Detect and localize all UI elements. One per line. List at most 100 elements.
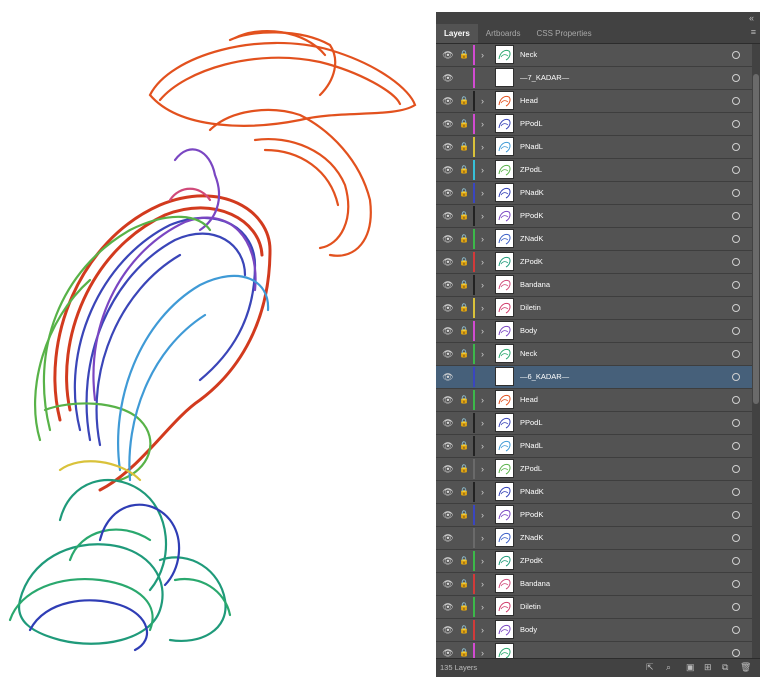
layer-row[interactable]: 👁 🔒 › PPodK [436,205,752,228]
layer-target-circle-icon[interactable] [732,74,740,82]
layer-target-circle-icon[interactable] [732,350,740,358]
chevron-right-icon[interactable]: › [481,509,484,521]
lock-icon[interactable]: 🔒 [458,279,470,291]
chevron-right-icon[interactable]: › [481,187,484,199]
layer-row[interactable]: 👁 🔒 › PNadL [436,435,752,458]
chevron-right-icon[interactable]: › [481,256,484,268]
layer-name[interactable]: Bandana [520,573,550,595]
lock-icon[interactable]: 🔒 [458,578,470,590]
chevron-right-icon[interactable]: › [481,233,484,245]
layer-name[interactable]: Head [520,389,538,411]
visibility-eye-icon[interactable]: 👁 [441,210,455,222]
tab-artboards[interactable]: Artboards [478,24,529,43]
layer-row[interactable]: 👁 🔒 › ZPodK [436,251,752,274]
chevron-right-icon[interactable]: › [481,348,484,360]
layer-row[interactable]: 👁 🔒 › Diletin [436,297,752,320]
lock-icon[interactable]: 🔒 [458,118,470,130]
layer-row[interactable]: 👁 🔒 › PPodL [436,113,752,136]
layer-target-circle-icon[interactable] [732,143,740,151]
layer-name[interactable]: ZPodL [520,458,542,480]
layer-row[interactable]: 👁 —7_KADAR— [436,67,752,90]
chevron-right-icon[interactable]: › [481,210,484,222]
layer-row[interactable]: 👁 🔒 › PNadL [436,136,752,159]
clipping-mask-icon[interactable]: ▣ [686,662,695,673]
layer-row[interactable]: 👁 —6_KADAR— [436,366,752,389]
lock-icon[interactable]: 🔒 [458,624,470,636]
visibility-eye-icon[interactable]: 👁 [441,348,455,360]
chevron-right-icon[interactable]: › [481,532,484,544]
trash-icon[interactable]: 🗑 [740,662,751,673]
chevron-right-icon[interactable]: › [481,624,484,636]
new-layer-icon[interactable]: ⧉ [722,662,728,673]
chevron-right-icon[interactable]: › [481,141,484,153]
hamburger-menu-icon[interactable]: ≡ [751,27,756,37]
tab-css-properties[interactable]: CSS Properties [528,24,599,43]
layer-row[interactable]: 👁 🔒 › Body [436,320,752,343]
visibility-eye-icon[interactable]: 👁 [441,509,455,521]
visibility-eye-icon[interactable]: 👁 [441,95,455,107]
layer-name[interactable]: PNadL [520,435,543,457]
layer-target-circle-icon[interactable] [732,557,740,565]
layer-row[interactable]: 👁 🔒 › Head [436,389,752,412]
layer-name[interactable]: Body [520,619,537,641]
lock-icon[interactable]: 🔒 [458,325,470,337]
layer-row[interactable]: 👁 🔒 › ZPodL [436,458,752,481]
layer-name[interactable]: PPodK [520,205,543,227]
layer-name[interactable]: Diletin [520,297,541,319]
visibility-eye-icon[interactable]: 👁 [441,578,455,590]
layer-name[interactable]: PNadK [520,481,544,503]
chevron-right-icon[interactable]: › [481,486,484,498]
artboard-canvas[interactable] [0,0,436,677]
chevron-right-icon[interactable]: › [481,49,484,61]
lock-icon[interactable]: 🔒 [458,555,470,567]
layer-row[interactable]: 👁 🔒 › ZPodK [436,550,752,573]
visibility-eye-icon[interactable]: 👁 [441,49,455,61]
scrollbar-thumb[interactable] [753,74,759,404]
visibility-eye-icon[interactable]: 👁 [441,417,455,429]
layer-name[interactable]: Body [520,320,537,342]
lock-icon[interactable]: 🔒 [458,302,470,314]
layer-target-circle-icon[interactable] [732,603,740,611]
chevron-right-icon[interactable]: › [481,417,484,429]
visibility-eye-icon[interactable]: 👁 [441,141,455,153]
lock-icon[interactable]: 🔒 [458,509,470,521]
layer-name[interactable]: PNadL [520,136,543,158]
visibility-eye-icon[interactable]: 👁 [441,325,455,337]
layer-target-circle-icon[interactable] [732,258,740,266]
layer-row[interactable]: 👁 🔒 › Neck [436,343,752,366]
lock-icon[interactable]: 🔒 [458,417,470,429]
layer-target-circle-icon[interactable] [732,327,740,335]
layer-name[interactable]: Head [520,90,538,112]
layer-name[interactable]: ZPodK [520,550,543,572]
search-icon[interactable]: ⌕ [666,662,671,673]
layer-target-circle-icon[interactable] [732,442,740,450]
layer-name[interactable]: Diletin [520,596,541,618]
layer-target-circle-icon[interactable] [732,97,740,105]
layer-target-circle-icon[interactable] [732,626,740,634]
chevron-right-icon[interactable]: › [481,325,484,337]
chevron-right-icon[interactable]: › [481,279,484,291]
visibility-eye-icon[interactable]: 👁 [441,256,455,268]
layer-row[interactable]: 👁 › ZNadK [436,527,752,550]
visibility-eye-icon[interactable]: 👁 [441,624,455,636]
lock-icon[interactable]: 🔒 [458,463,470,475]
layer-name[interactable]: PNadK [520,182,544,204]
layer-row[interactable]: 👁 🔒 › PPodL [436,412,752,435]
visibility-eye-icon[interactable]: 👁 [441,601,455,613]
export-icon[interactable]: ⇱ [646,662,654,673]
layers-list[interactable]: 👁 🔒 › Neck 👁 —7_KADAR— 👁 🔒 › Head 👁 🔒 › PPodL 👁 🔒 › PNadL… [436,44,752,665]
layer-name[interactable]: —6_KADAR— [520,366,569,388]
lock-icon[interactable]: 🔒 [458,394,470,406]
lock-icon[interactable]: 🔒 [458,601,470,613]
visibility-eye-icon[interactable]: 👁 [441,440,455,452]
layer-row[interactable]: 👁 🔒 › PNadK [436,182,752,205]
visibility-eye-icon[interactable]: 👁 [441,187,455,199]
layer-row[interactable]: 👁 🔒 › Neck [436,44,752,67]
layer-name[interactable]: PPodL [520,113,543,135]
lock-icon[interactable]: 🔒 [458,187,470,199]
layer-row[interactable]: 👁 🔒 › ZNadK [436,228,752,251]
layer-name[interactable]: ZPodL [520,159,542,181]
layer-target-circle-icon[interactable] [732,580,740,588]
chevron-right-icon[interactable]: › [481,118,484,130]
layer-target-circle-icon[interactable] [732,120,740,128]
